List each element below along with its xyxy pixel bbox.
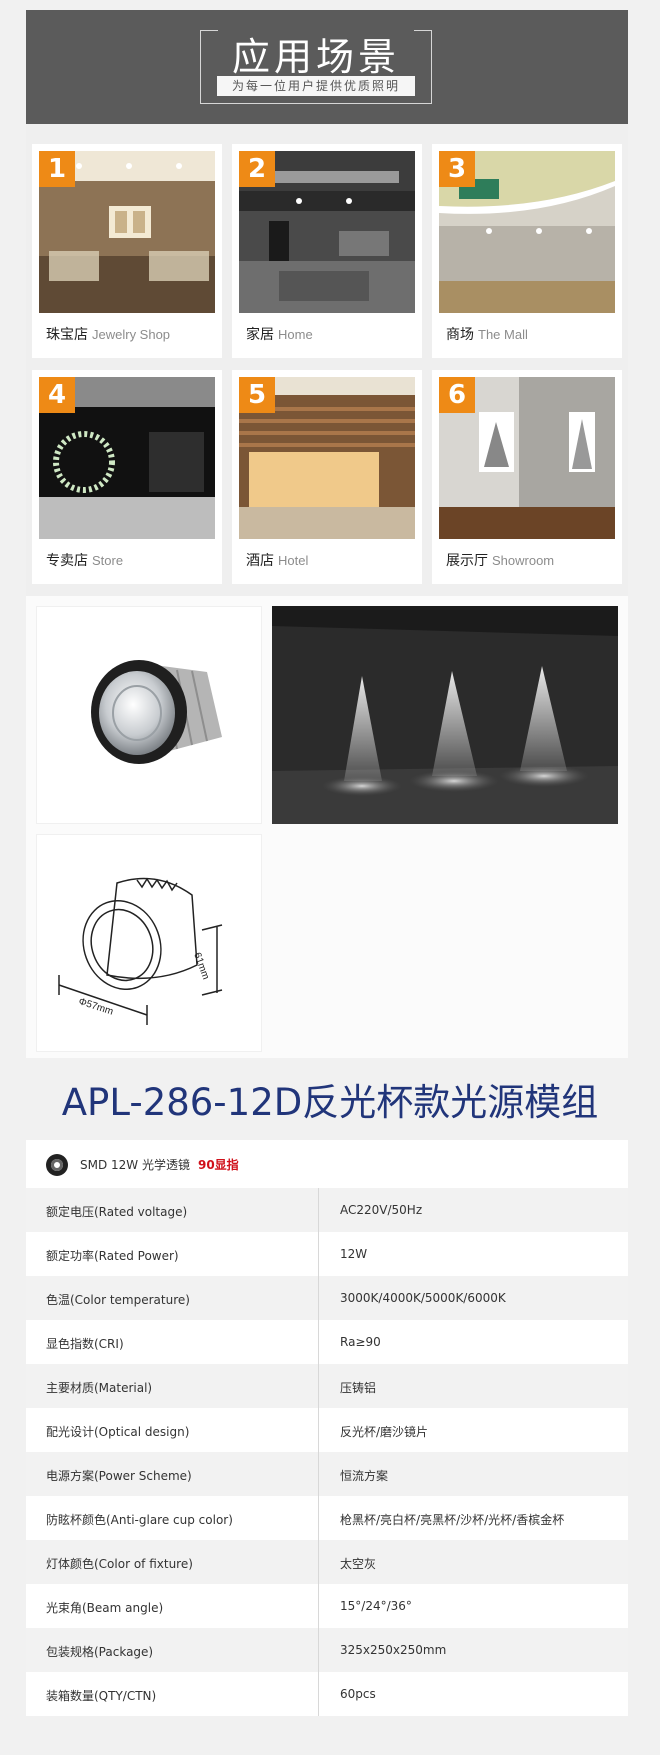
- spec-value: 反光杯/磨沙镜片: [340, 1425, 429, 1439]
- spec-table: SMD 12W 光学透镜 90显指 额定电压(Rated voltage) AC22…: [26, 1140, 628, 1716]
- scene-caption: 珠宝店 Jewelry Shop: [46, 324, 170, 344]
- scene-name-zh: 酒店: [246, 553, 274, 569]
- model-title: APL-286-12D反光杯款光源模组: [61, 1081, 599, 1124]
- spec-value: 太空灰: [340, 1557, 377, 1571]
- table-row: 防眩杯颜色(Anti-glare cup color) 枪黑杯/亮白杯/亮黑杯/沙…: [26, 1496, 628, 1540]
- spec-value: 325x250x250mm: [340, 1643, 447, 1657]
- lamp-module-photo: [36, 606, 262, 824]
- scene-number: 5: [239, 377, 275, 413]
- spec-value: 恒流方案: [340, 1469, 389, 1483]
- spec-key: 电源方案(Power Scheme): [46, 1469, 192, 1483]
- scene-name-zh: 商场: [446, 327, 474, 343]
- spec-key: 包装规格(Package): [46, 1645, 154, 1659]
- banner-frame: 应用场景 为每一位用户提供优质照明: [200, 30, 432, 104]
- spec-value: 12W: [340, 1247, 368, 1261]
- scene-name-en: Store: [92, 553, 124, 568]
- spec-value: AC220V/50Hz: [340, 1203, 423, 1217]
- product-detail-page: 应用场景 为每一位用户提供优质照明 1 珠宝店 Jewelry Shop 2 家…: [0, 0, 660, 1755]
- cri-highlight: 90显指: [197, 1158, 239, 1172]
- diameter-dimension-label: Φ57mm: [77, 996, 114, 1018]
- scene-name-zh: 专卖店: [46, 553, 88, 569]
- spec-key: 显色指数(CRI): [46, 1337, 124, 1351]
- scene-card-hotel[interactable]: 5 酒店 Hotel: [232, 370, 422, 584]
- scene-grid: 1 珠宝店 Jewelry Shop 2 家居 Home 3 商场 The Ma…: [26, 124, 628, 596]
- scene-caption: 专卖店 Store: [46, 550, 123, 570]
- spec-key: 色温(Color temperature): [46, 1293, 190, 1307]
- application-banner: 应用场景 为每一位用户提供优质照明: [26, 10, 628, 124]
- banner-title: 应用场景: [231, 35, 400, 79]
- spec-value: 3000K/4000K/5000K/6000K: [340, 1291, 506, 1305]
- scene-number: 6: [439, 377, 475, 413]
- scene-name-en: Hotel: [278, 553, 309, 568]
- spec-key: 灯体颜色(Color of fixture): [46, 1557, 193, 1571]
- scene-card-mall[interactable]: 3 商场 The Mall: [432, 144, 622, 358]
- scene-card-showroom[interactable]: 6 展示厅 Showroom: [432, 370, 622, 584]
- scene-name-en: The Mall: [478, 327, 528, 342]
- banner-subtitle: 为每一位用户提供优质照明: [217, 76, 415, 96]
- table-row: 包装规格(Package) 325x250x250mm: [26, 1628, 628, 1672]
- spec-key: 装箱数量(QTY/CTN): [46, 1689, 157, 1703]
- scene-name-zh: 展示厅: [446, 553, 488, 569]
- scene-card-home[interactable]: 2 家居 Home: [232, 144, 422, 358]
- column-divider: [318, 1188, 319, 1716]
- spec-value: 60pcs: [340, 1687, 376, 1701]
- table-row: 装箱数量(QTY/CTN) 60pcs: [26, 1672, 628, 1716]
- table-row: 光束角(Beam angle) 15°/24°/36°: [26, 1584, 628, 1628]
- spec-value: 压铸铝: [340, 1381, 377, 1395]
- scene-caption: 商场 The Mall: [446, 324, 528, 344]
- spec-header-text: SMD 12W 光学透镜 90显指: [80, 1156, 239, 1173]
- scene-caption: 家居 Home: [246, 324, 313, 344]
- scene-number: 3: [439, 151, 475, 187]
- spec-header: SMD 12W 光学透镜 90显指: [26, 1140, 628, 1188]
- scene-name-en: Showroom: [492, 553, 555, 568]
- scene-name-en: Home: [278, 327, 313, 342]
- scene-card-store[interactable]: 4 专卖店 Store: [32, 370, 222, 584]
- spec-key: 光束角(Beam angle): [46, 1601, 164, 1615]
- spec-key: 配光设计(Optical design): [46, 1425, 190, 1439]
- table-row: 配光设计(Optical design) 反光杯/磨沙镜片: [26, 1408, 628, 1452]
- spec-key: 防眩杯颜色(Anti-glare cup color): [46, 1513, 233, 1527]
- spec-value: Ra≥90: [340, 1335, 381, 1349]
- table-row: 额定功率(Rated Power) 12W: [26, 1232, 628, 1276]
- dimension-drawing: 61mm Φ57mm: [36, 834, 262, 1052]
- scene-caption: 展示厅 Showroom: [446, 550, 554, 570]
- scene-name-en: Jewelry Shop: [92, 327, 171, 342]
- scene-number: 2: [239, 151, 275, 187]
- spec-key: 额定电压(Rated voltage): [46, 1205, 188, 1219]
- spec-value: 枪黑杯/亮白杯/亮黑杯/沙杯/光杯/香槟金杯: [340, 1513, 565, 1527]
- product-images: 61mm Φ57mm: [26, 596, 628, 1058]
- scene-name-zh: 家居: [246, 327, 274, 343]
- scene-name-zh: 珠宝店: [46, 327, 88, 343]
- led-chip-icon: [46, 1154, 68, 1176]
- scene-caption: 酒店 Hotel: [246, 550, 308, 570]
- scene-card-jewelry[interactable]: 1 珠宝店 Jewelry Shop: [32, 144, 222, 358]
- spec-key: 额定功率(Rated Power): [46, 1249, 179, 1263]
- table-row: 显色指数(CRI) Ra≥90: [26, 1320, 628, 1364]
- spec-key: 主要材质(Material): [46, 1381, 153, 1395]
- table-row: 色温(Color temperature) 3000K/4000K/5000K/6…: [26, 1276, 628, 1320]
- table-row: 电源方案(Power Scheme) 恒流方案: [26, 1452, 628, 1496]
- scene-number: 1: [39, 151, 75, 187]
- beam-effect-photo: [272, 606, 618, 824]
- spec-value: 15°/24°/36°: [340, 1599, 412, 1613]
- scene-number: 4: [39, 377, 75, 413]
- table-row: 灯体颜色(Color of fixture) 太空灰: [26, 1540, 628, 1584]
- spec-header-label: SMD 12W 光学透镜: [80, 1158, 190, 1172]
- table-row: 额定电压(Rated voltage) AC220V/50Hz: [26, 1188, 628, 1232]
- table-row: 主要材质(Material) 压铸铝: [26, 1364, 628, 1408]
